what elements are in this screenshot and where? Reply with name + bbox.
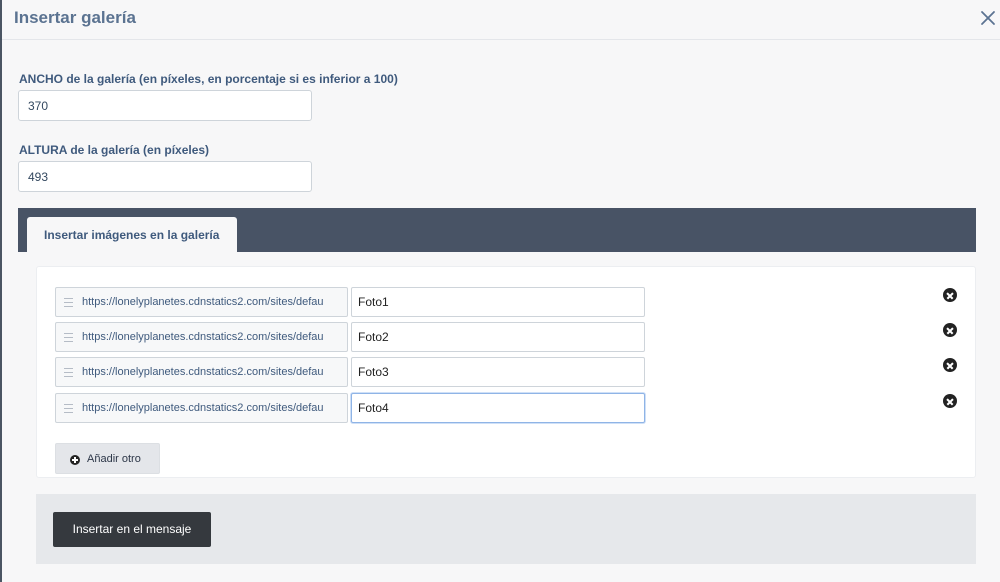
image-url-field[interactable]: https://lonelyplanetes.cdnstatics2.com/s… (55, 393, 348, 423)
height-label: ALTURA de la galería (en píxeles) (19, 143, 210, 157)
list-item: https://lonelyplanetes.cdnstatics2.com/s… (55, 287, 965, 317)
list-item: https://lonelyplanetes.cdnstatics2.com/s… (55, 322, 965, 352)
close-icon[interactable] (978, 8, 998, 28)
image-url-field[interactable]: https://lonelyplanetes.cdnstatics2.com/s… (55, 287, 348, 317)
image-caption-input[interactable] (351, 357, 645, 387)
add-image-button[interactable]: Añadir otro (55, 443, 160, 474)
image-list: https://lonelyplanetes.cdnstatics2.com/s… (36, 266, 976, 478)
images-panel: Insertar imágenes en la galería https://… (18, 208, 976, 582)
remove-circle-icon[interactable] (943, 358, 957, 372)
remove-circle-icon[interactable] (943, 394, 957, 408)
width-input[interactable] (18, 90, 312, 121)
dialog-header: Insertar galería (2, 0, 1000, 40)
image-url-text: https://lonelyplanetes.cdnstatics2.com/s… (82, 366, 324, 378)
drag-handle-icon[interactable] (64, 404, 74, 413)
tab-bar: Insertar imágenes en la galería (18, 208, 976, 253)
images-panel-body: https://lonelyplanetes.cdnstatics2.com/s… (18, 252, 976, 582)
image-caption-input[interactable] (351, 322, 645, 352)
image-url-field[interactable]: https://lonelyplanetes.cdnstatics2.com/s… (55, 322, 348, 352)
drag-handle-icon[interactable] (64, 333, 74, 342)
width-label: ANCHO de la galería (en píxeles, en porc… (19, 72, 398, 86)
image-url-text: https://lonelyplanetes.cdnstatics2.com/s… (82, 296, 324, 308)
drag-handle-icon[interactable] (64, 368, 74, 377)
dialog-title: Insertar galería (14, 8, 136, 27)
image-url-field[interactable]: https://lonelyplanetes.cdnstatics2.com/s… (55, 357, 348, 387)
remove-circle-icon[interactable] (943, 288, 957, 302)
dialog-footer: Insertar en el mensaje (36, 494, 976, 564)
image-caption-input[interactable] (351, 287, 645, 317)
list-item: https://lonelyplanetes.cdnstatics2.com/s… (55, 357, 965, 387)
insert-gallery-dialog: Insertar galería ANCHO de la galería (en… (2, 0, 1000, 582)
image-url-text: https://lonelyplanetes.cdnstatics2.com/s… (82, 402, 324, 414)
remove-circle-icon[interactable] (943, 323, 957, 337)
height-input[interactable] (18, 161, 312, 192)
insert-into-message-button[interactable]: Insertar en el mensaje (53, 512, 211, 547)
tab-insert-images[interactable]: Insertar imágenes en la galería (27, 217, 237, 253)
image-caption-input[interactable] (351, 393, 645, 423)
plus-circle-icon (70, 455, 80, 465)
add-image-label: Añadir otro (87, 453, 141, 465)
drag-handle-icon[interactable] (64, 298, 74, 307)
list-item: https://lonelyplanetes.cdnstatics2.com/s… (55, 393, 965, 423)
image-url-text: https://lonelyplanetes.cdnstatics2.com/s… (82, 331, 324, 343)
